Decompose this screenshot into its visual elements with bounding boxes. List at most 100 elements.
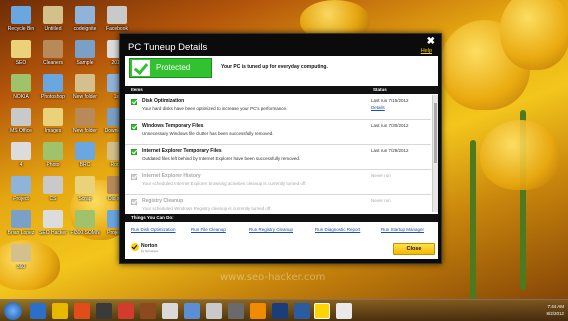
wallpaper-tulip [500,0,568,70]
app-icon[interactable] [336,303,352,319]
desktop-icon-label: codeignite [73,26,97,32]
item-title: Internet Explorer History [142,173,201,179]
protected-label: Protected [156,63,191,72]
desktop-icon-label: New folder [73,128,97,134]
items-column-header: Items Status [125,86,438,94]
norton-taskbar-icon[interactable] [314,303,330,319]
desktop-icon-label: SEO Hacker [39,230,67,236]
desktop-icon[interactable]: codeignite [68,6,102,32]
run-diagnostic-report-link[interactable]: Run Diagnostic Report [315,227,360,232]
desktop-icon[interactable]: 360 [4,244,38,270]
checkbox[interactable] [131,124,137,130]
desktop-icon[interactable]: Recycle Bin [4,6,38,32]
desktop-icon-label: New folder [73,94,97,100]
app-icon[interactable] [162,303,178,319]
desktop-icon[interactable]: SEO Hacker [36,210,70,236]
run-registry-cleanup-link[interactable]: Run Registry Cleanup [249,227,293,232]
photoshop-icon[interactable] [294,303,310,319]
desktop-icon-label: BRC [79,162,91,168]
desktop-icon[interactable]: New folder [68,108,102,134]
run-file-cleanup-link[interactable]: Run File Cleanup [191,227,226,232]
desktop-icon[interactable]: Untitled [36,6,70,32]
wallpaper-tulip [480,120,560,190]
file-icon [11,74,31,92]
app-icon[interactable] [140,303,156,319]
app-icon[interactable] [272,303,288,319]
desktop-icon[interactable]: NOKIA [4,74,38,100]
item-status: Last run 7/30/2012 [371,123,409,128]
desktop-icon[interactable]: Facebook [100,6,134,32]
desktop-icon[interactable]: Sample [68,40,102,66]
app-icon[interactable] [184,303,200,319]
desktop-icon[interactable]: Brian Lopez [4,210,38,236]
vlc-icon[interactable] [250,303,266,319]
item-status: Last run 7/29/2012 [371,148,409,153]
desktop-icon-label: 360 [16,264,26,270]
file-icon [11,244,31,262]
file-icon [11,176,31,194]
item-title: Registry Cleanup [142,198,184,204]
desktop-icon-label: NOKIA [13,94,29,100]
scrollbar-thumb[interactable] [434,103,437,163]
desktop-icon[interactable]: Photo [36,142,70,168]
file-icon [75,176,95,194]
item-status: Never run [371,198,391,203]
explorer-icon[interactable] [52,303,68,319]
file-icon [43,176,63,194]
file-icon [43,74,63,92]
desktop-icon[interactable]: New folder [68,74,102,100]
desktop-icon[interactable]: CS [36,176,70,202]
wallpaper-stem [470,140,476,300]
file-icon [75,74,95,92]
close-button[interactable]: Close [393,243,435,255]
close-icon[interactable]: ✖ [427,36,435,47]
item-description: Outdated files left behind by Internet E… [142,156,301,161]
start-button-icon[interactable] [4,302,22,320]
clock-time[interactable]: 7:44 AM [546,303,564,310]
desktop-icon-label: MS Office [10,128,32,134]
app-icon[interactable] [228,303,244,319]
desktop-icon-label: Facebook [106,26,128,32]
desktop-icon[interactable]: Images [36,108,70,134]
desktop-icon[interactable]: SEO [4,40,38,66]
desktop-icon[interactable]: BRC [68,142,102,168]
desktop-icon[interactable]: Cleaners [36,40,70,66]
item-status: Last run 7/15/2012 [371,98,409,103]
desktop-icon[interactable]: Photoshop [36,74,70,100]
clock-date[interactable]: 8/2/2012 [546,310,564,317]
checkbox[interactable] [131,99,137,105]
desktop-icon-label: Photoshop [41,94,65,100]
chrome-icon[interactable] [118,303,134,319]
checkbox[interactable] [131,199,137,205]
ie-icon[interactable] [30,303,46,319]
list-item: Disk Optimization Your hard disks have b… [125,95,431,120]
details-link[interactable]: Details [371,105,385,110]
file-icon [43,210,63,228]
desktop-icon[interactable]: 4 [4,142,38,168]
file-icon [43,40,63,58]
file-icon [43,108,63,126]
checkbox[interactable] [131,174,137,180]
desktop-icon[interactable]: MS Office [4,108,38,134]
item-description: Your hard disks have been optimized to i… [142,106,288,111]
list-item: Registry Cleanup Your scheduled Windows … [125,195,431,212]
app-icon[interactable] [206,303,222,319]
file-icon [75,108,95,126]
run-startup-manager-link[interactable]: Run Startup Manager [381,227,424,232]
desktop-icon[interactable]: Scrap [68,176,102,202]
run-disk-optimization-link[interactable]: Run Disk Optimization [131,227,176,232]
checkbox[interactable] [131,149,137,155]
scrollbar[interactable] [432,95,438,212]
watermark: www.seo-hacker.com [220,272,326,283]
list-item: Windows Temporary Files Unnecessary Wind… [125,120,431,145]
firefox-icon[interactable] [74,303,90,319]
file-icon [107,6,127,24]
desktop-icon[interactable]: FI300 SOMN [68,210,102,236]
desktop-icon-label: Images [44,128,62,134]
help-link[interactable]: Help [421,48,432,54]
protected-badge: Protected [129,58,212,78]
norton-subtext: by Symantec [141,249,159,253]
checkmark-icon [132,60,150,76]
media-icon[interactable] [96,303,112,319]
desktop-icon[interactable]: Project [4,176,38,202]
